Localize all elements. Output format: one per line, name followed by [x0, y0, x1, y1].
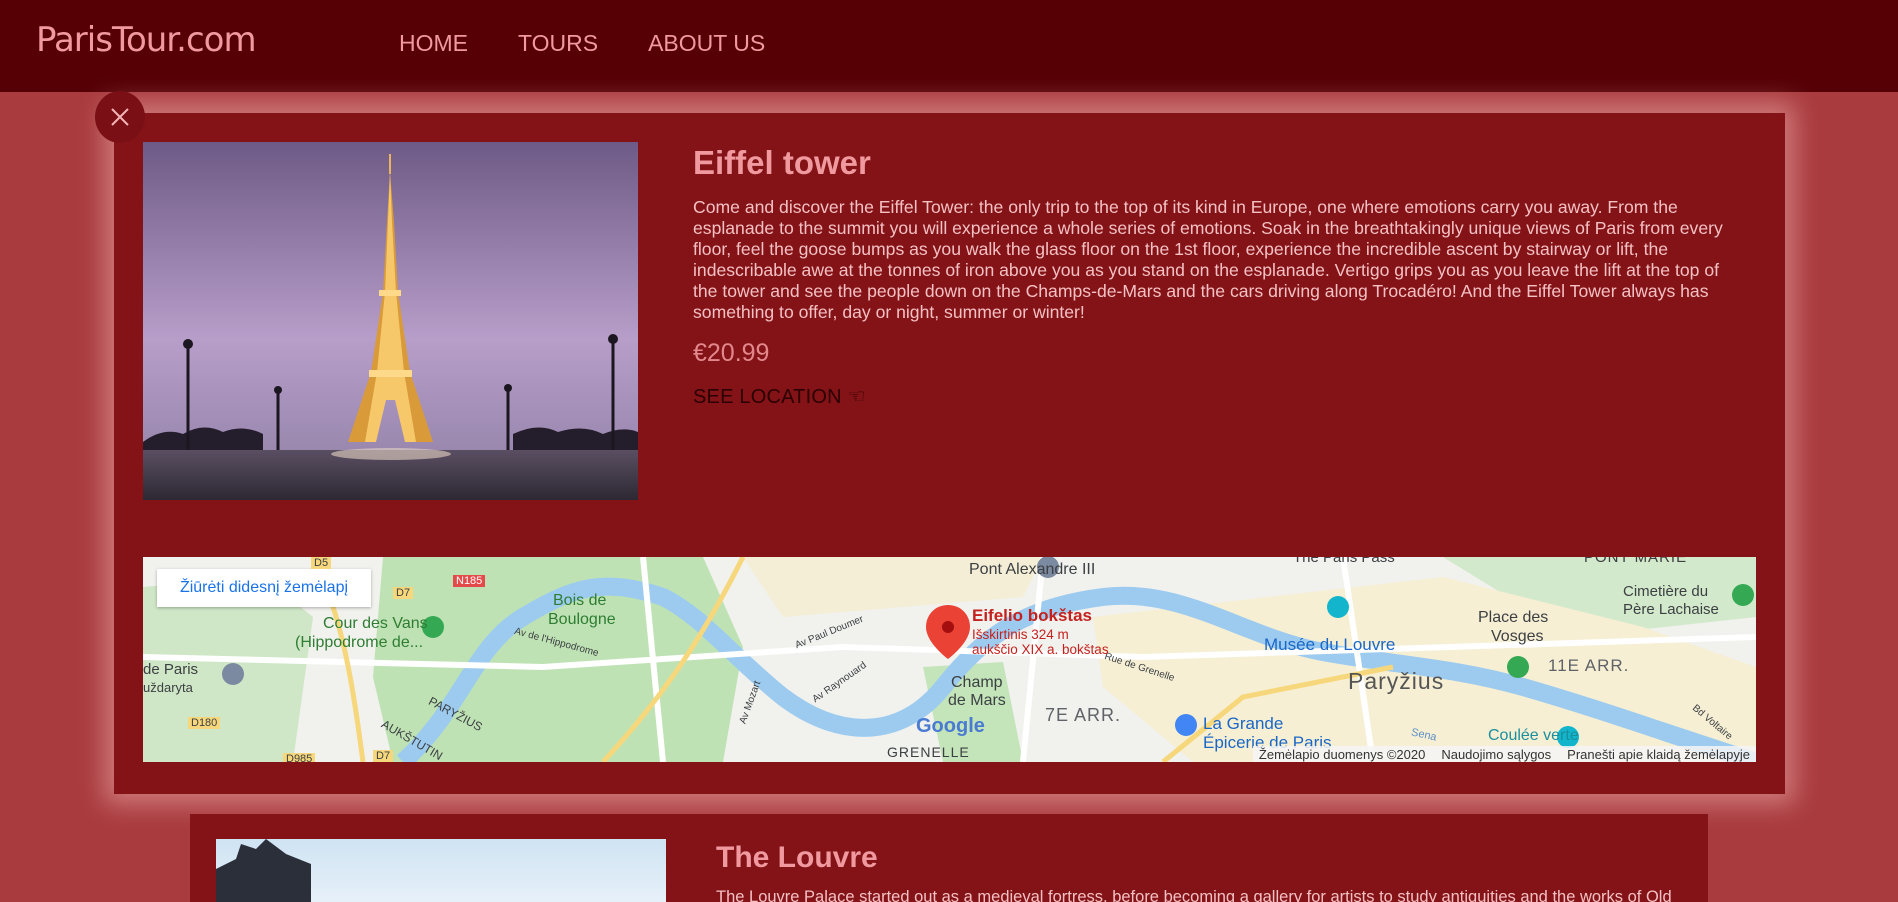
- map-label: GRENELLE: [887, 744, 970, 760]
- map-label: La Grande: [1203, 714, 1284, 733]
- see-location-link[interactable]: SEE LOCATION ☜: [693, 384, 866, 409]
- tour-title: Eiffel tower: [693, 144, 871, 181]
- view-larger-map-button[interactable]: Žiūrėti didesnį žemėlapį: [157, 569, 371, 607]
- pin-subtitle-line1: Išskirtinis 324 m: [972, 627, 1069, 642]
- close-icon: [111, 108, 129, 126]
- road-badge: N185: [453, 575, 486, 587]
- map-label: de Mars: [948, 692, 1006, 709]
- map-label: 7E ARR.: [1045, 705, 1122, 725]
- google-logo: Google: [916, 715, 985, 737]
- top-navbar: ParisTour.com HOME TOURS ABOUT US: [0, 0, 1898, 92]
- map-label: Paryžius: [1348, 668, 1445, 694]
- map-label: (Hippodrome de...: [295, 634, 424, 651]
- map-terms-link[interactable]: Naudojimo sąlygos: [1441, 747, 1551, 762]
- map-label: Place des: [1478, 609, 1549, 626]
- map-label: Boulogne: [548, 611, 616, 628]
- map-report-error-link[interactable]: Pranešti apie klaidą žemėlapyje: [1567, 747, 1750, 762]
- louvre-photo: [216, 839, 666, 902]
- map-label: 11E ARR.: [1548, 656, 1630, 675]
- map-label: uždaryta: [143, 680, 193, 695]
- road-badge: D7: [393, 587, 414, 599]
- map-footer: Žemėlapio duomenys ©2020 Naudojimo sąlyg…: [1252, 746, 1756, 762]
- map-label: PONT MARIE: [1584, 557, 1688, 566]
- google-map[interactable]: Žiūrėti didesnį žemėlapį Pont Alexandre …: [143, 557, 1756, 762]
- nav-tours[interactable]: TOURS: [518, 30, 598, 57]
- map-label: Coulée verte: [1488, 727, 1579, 744]
- tour-description-louvre: The Louvre Palace started out as a medie…: [716, 888, 1672, 902]
- pin-title[interactable]: Eifelio bokštas: [972, 606, 1092, 626]
- tour-title-louvre: The Louvre: [716, 841, 878, 874]
- map-label: Vosges: [1491, 628, 1544, 645]
- nav-about-us[interactable]: ABOUT US: [648, 30, 765, 57]
- map-label: Cimetière du: [1623, 583, 1709, 600]
- tour-price: €20.99: [693, 339, 770, 367]
- map-label: Père Lachaise: [1623, 601, 1719, 618]
- pin-subtitle: Išskirtinis 324 m aukščio XIX a. bokštas: [972, 627, 1109, 657]
- map-label: Cour des Vans: [323, 615, 428, 632]
- map-label: Musée du Louvre: [1264, 635, 1396, 654]
- site-logo[interactable]: ParisTour.com: [36, 20, 257, 60]
- close-button[interactable]: [95, 91, 145, 143]
- road-badge: D985: [283, 753, 316, 762]
- eiffel-tower-photo: [143, 142, 638, 500]
- map-label: de Paris: [143, 661, 199, 678]
- road-badge: D180: [188, 717, 221, 729]
- map-label: Bois de: [553, 592, 607, 609]
- map-label: Pont Alexandre III: [969, 561, 1096, 578]
- main-nav: HOME TOURS ABOUT US: [399, 30, 765, 57]
- nav-home[interactable]: HOME: [399, 30, 468, 57]
- map-data-credit: Žemėlapio duomenys ©2020: [1258, 746, 1426, 762]
- road-badge: D5: [311, 557, 332, 569]
- road-badge: D7: [373, 750, 394, 762]
- map-label: Champ: [951, 674, 1003, 691]
- tour-description: Come and discover the Eiffel Tower: the …: [693, 197, 1723, 322]
- pin-subtitle-line2: aukščio XIX a. bokštas: [972, 642, 1109, 657]
- map-label: The Paris Pass: [1293, 557, 1395, 566]
